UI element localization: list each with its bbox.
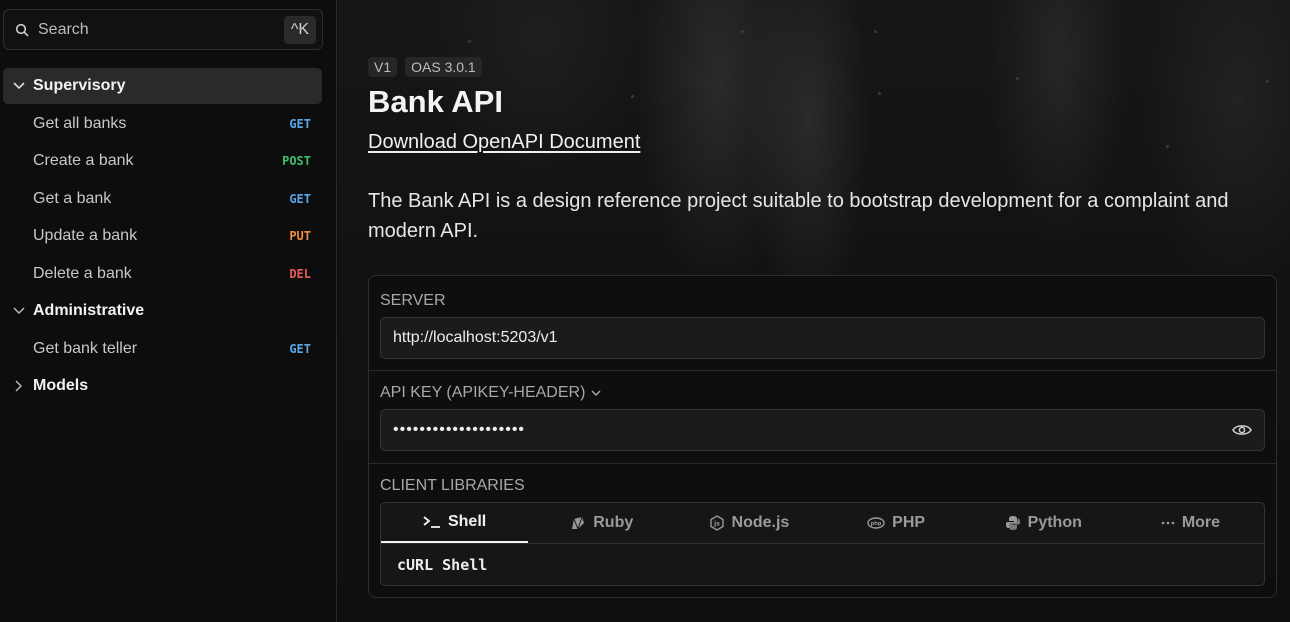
sidebar: Search ^K Supervisory Get all banks GET … bbox=[0, 0, 337, 622]
tab-label: Node.js bbox=[731, 514, 790, 531]
page-title: Bank API bbox=[368, 84, 503, 119]
search-box[interactable]: Search ^K bbox=[3, 9, 323, 50]
sidebar-group-supervisory[interactable]: Supervisory bbox=[3, 68, 322, 104]
client-libraries-tabs: Shell Ruby js Node.js php PHP Python Mor… bbox=[380, 502, 1265, 586]
method-badge-get: GET bbox=[289, 192, 311, 206]
search-icon bbox=[15, 23, 29, 37]
tab-php[interactable]: php PHP bbox=[823, 503, 970, 543]
tab-label: Shell bbox=[447, 513, 487, 530]
sidebar-group-label: Administrative bbox=[33, 302, 145, 319]
sidebar-item-get-a-bank[interactable]: Get a bank GET bbox=[3, 181, 322, 217]
nodejs-icon: js bbox=[709, 515, 725, 531]
php-icon: php bbox=[867, 517, 885, 529]
spec-badge: OAS 3.0.1 bbox=[405, 57, 482, 77]
svg-text:php: php bbox=[871, 521, 882, 527]
server-url-input[interactable]: http://localhost:5203/v1 bbox=[380, 317, 1265, 359]
tab-ruby[interactable]: Ruby bbox=[528, 503, 675, 543]
background-dot bbox=[741, 30, 744, 33]
divider bbox=[369, 463, 1276, 464]
sidebar-item-delete-a-bank[interactable]: Delete a bank DEL bbox=[3, 256, 322, 292]
python-icon bbox=[1005, 515, 1021, 531]
client-libraries-label: CLIENT LIBRARIES bbox=[380, 477, 525, 495]
tab-python[interactable]: Python bbox=[970, 503, 1117, 543]
api-key-label-text: API KEY (APIKEY-HEADER) bbox=[380, 384, 586, 401]
tab-label: More bbox=[1181, 514, 1221, 531]
background-dot bbox=[1166, 145, 1169, 148]
tab-row: Shell Ruby js Node.js php PHP Python Mor… bbox=[381, 503, 1264, 544]
divider bbox=[369, 370, 1276, 371]
sidebar-item-update-a-bank[interactable]: Update a bank PUT bbox=[3, 218, 322, 254]
sidebar-item-label: Create a bank bbox=[33, 152, 134, 169]
background-dot bbox=[1266, 80, 1269, 83]
chevron-down-icon bbox=[11, 78, 27, 94]
server-label-text: SERVER bbox=[380, 292, 446, 309]
config-card: SERVER http://localhost:5203/v1 API KEY … bbox=[368, 275, 1277, 598]
selected-client-label[interactable]: cURL Shell bbox=[397, 556, 487, 574]
sidebar-item-label: Delete a bank bbox=[33, 265, 132, 282]
background-dot bbox=[1016, 77, 1019, 80]
ruby-icon bbox=[570, 515, 586, 531]
sidebar-item-get-all-banks[interactable]: Get all banks GET bbox=[3, 106, 322, 142]
terminal-icon bbox=[423, 515, 441, 529]
server-url-value: http://localhost:5203/v1 bbox=[393, 329, 558, 346]
sidebar-group-models[interactable]: Models bbox=[3, 368, 322, 404]
eye-icon[interactable] bbox=[1232, 423, 1252, 437]
sidebar-item-label: Update a bank bbox=[33, 227, 138, 244]
tab-nodejs[interactable]: js Node.js bbox=[675, 503, 822, 543]
server-label: SERVER bbox=[380, 292, 446, 310]
client-libraries-label-text: CLIENT LIBRARIES bbox=[380, 477, 525, 494]
more-icon bbox=[1161, 521, 1175, 525]
tab-more[interactable]: More bbox=[1117, 503, 1264, 543]
api-key-label[interactable]: API KEY (APIKEY-HEADER) bbox=[380, 384, 601, 402]
sidebar-item-label: Get bank teller bbox=[33, 340, 138, 357]
method-badge-get: GET bbox=[289, 117, 311, 131]
download-openapi-link[interactable]: Download OpenAPI Document bbox=[368, 131, 640, 154]
svg-text:js: js bbox=[713, 521, 720, 528]
sidebar-item-create-a-bank[interactable]: Create a bank POST bbox=[3, 143, 322, 179]
chevron-down-icon bbox=[591, 384, 601, 402]
search-placeholder: Search bbox=[38, 20, 89, 38]
method-badge-del: DEL bbox=[289, 267, 311, 281]
api-key-value: •••••••••••••••••••• bbox=[393, 421, 526, 438]
method-badge-post: POST bbox=[282, 154, 311, 168]
sidebar-item-get-bank-teller[interactable]: Get bank teller GET bbox=[3, 331, 322, 367]
search-shortcut-badge: ^K bbox=[284, 15, 316, 44]
background-dot bbox=[874, 30, 877, 33]
method-badge-get: GET bbox=[289, 342, 311, 356]
background-dot bbox=[878, 92, 881, 95]
method-badge-put: PUT bbox=[289, 229, 311, 243]
background-dot bbox=[631, 95, 634, 98]
tab-label: Ruby bbox=[593, 514, 634, 531]
sidebar-group-administrative[interactable]: Administrative bbox=[3, 293, 322, 329]
sidebar-group-label: Models bbox=[33, 377, 89, 394]
sidebar-item-label: Get all banks bbox=[33, 115, 127, 132]
sidebar-item-label: Get a bank bbox=[33, 190, 112, 207]
chevron-right-icon bbox=[11, 378, 27, 394]
tab-label: PHP bbox=[892, 514, 926, 531]
background-dot bbox=[468, 40, 471, 43]
main-content: V1 OAS 3.0.1 Bank API Download OpenAPI D… bbox=[338, 0, 1290, 622]
sidebar-group-label: Supervisory bbox=[33, 77, 126, 94]
tab-label: Python bbox=[1027, 514, 1082, 531]
api-description: The Bank API is a design reference proje… bbox=[368, 190, 1229, 242]
version-badge: V1 bbox=[368, 57, 398, 77]
tab-shell[interactable]: Shell bbox=[381, 503, 529, 543]
version-badges: V1 OAS 3.0.1 bbox=[368, 57, 482, 77]
api-key-input[interactable]: •••••••••••••••••••• bbox=[380, 409, 1265, 451]
chevron-down-icon bbox=[11, 303, 27, 319]
